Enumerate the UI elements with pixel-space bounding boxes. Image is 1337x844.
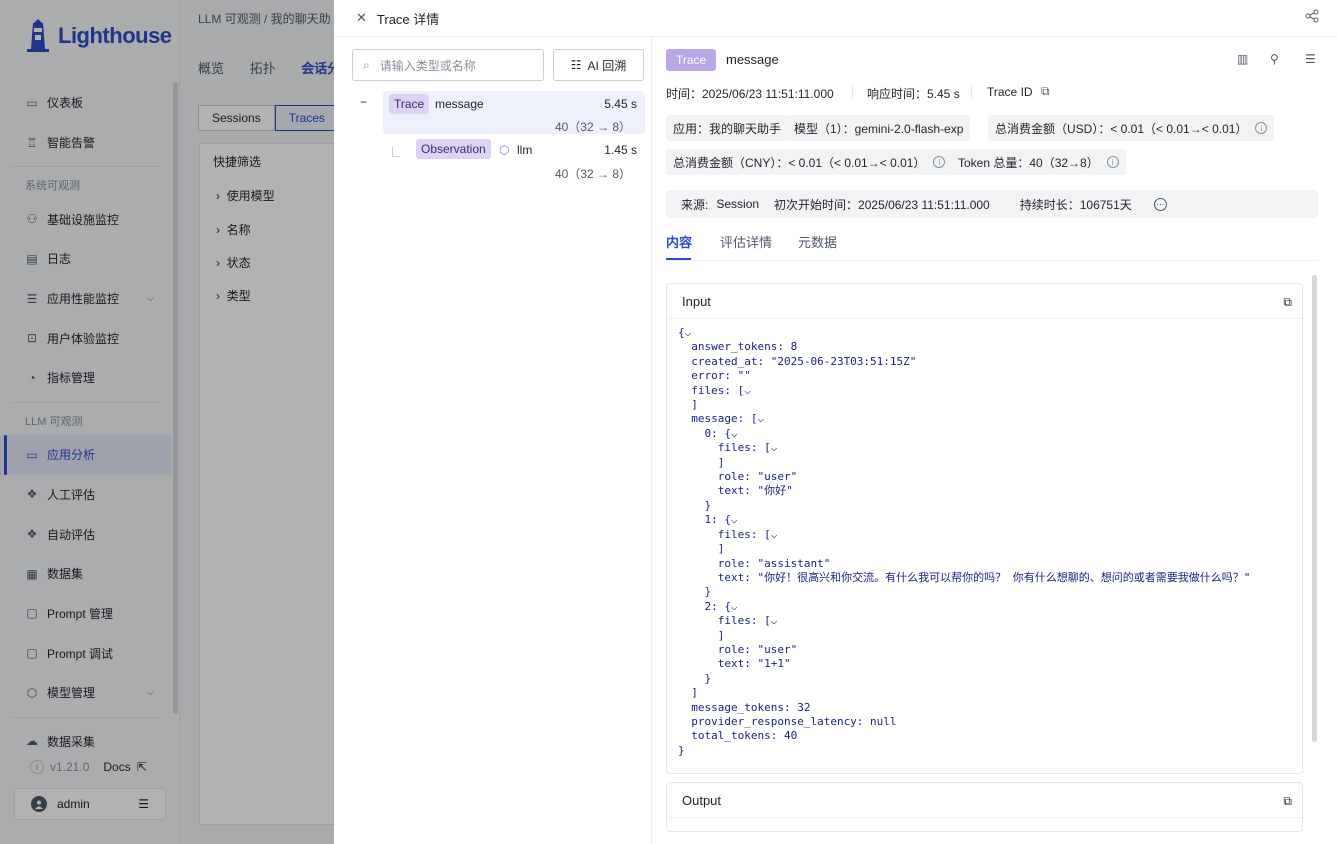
cost-usd-label: 总消费金额（USD）：< 0.01（< 0.01→< 0.01） bbox=[995, 121, 1248, 136]
search-placeholder: 请输入类型或名称 bbox=[379, 58, 476, 73]
search-icon: ⌕ bbox=[363, 57, 370, 72]
ai-button-label: AI 回溯 bbox=[587, 58, 627, 73]
tree-node-observation[interactable]: Observation ⬡ llm 1.45 s 40（32 → 8） bbox=[383, 138, 645, 181]
node-name: message bbox=[435, 97, 484, 111]
node-tokens: 40（32 → 8） bbox=[554, 120, 631, 134]
token-label: Token 总量：40（32→8） bbox=[958, 155, 1099, 170]
close-icon[interactable]: ✕ bbox=[356, 10, 367, 26]
response-time: 响应时间：5.45 s bbox=[867, 87, 960, 101]
node-name: llm bbox=[517, 143, 533, 157]
trace-detail-drawer: ✕ Trace 详情 ⌕ 请输入类型或名称 ☷ AI 回溯 − Trace me… bbox=[334, 0, 1337, 844]
content-scrollbar[interactable] bbox=[1312, 275, 1317, 742]
node-tokens: 40（32 → 8） bbox=[554, 167, 631, 181]
llm-icon: ⬡ bbox=[499, 143, 510, 157]
cost-cny-pill: 总消费金额（CNY）：< 0.01（< 0.01→< 0.01） i bbox=[666, 149, 953, 175]
output-panel: Output ⧉ bbox=[666, 782, 1303, 832]
app-label: 应用：我的聊天助手 bbox=[673, 121, 782, 136]
drawer-header: ✕ Trace 详情 bbox=[334, 0, 1337, 37]
input-json[interactable]: {⌵ answer_tokens: 8 created_at: "2025-06… bbox=[667, 319, 1302, 765]
copy-icon[interactable]: ⧉ bbox=[1283, 295, 1292, 310]
share-icon[interactable] bbox=[1305, 9, 1319, 23]
divider bbox=[971, 84, 972, 98]
tab-metadata[interactable]: 元数据 bbox=[798, 232, 837, 251]
user-flow-icon[interactable]: ⚲ bbox=[1270, 52, 1279, 66]
tab-indicator bbox=[666, 258, 691, 260]
list-icon[interactable]: ☰ bbox=[1305, 52, 1316, 66]
info-icon[interactable]: i bbox=[933, 156, 946, 168]
node-duration: 5.45 s bbox=[604, 97, 637, 111]
trace-detail-pane: Trace message ▥ ⚲ ☰ 时间：2025/06/23 11:51:… bbox=[666, 37, 1337, 844]
source-value[interactable]: Session bbox=[716, 197, 759, 211]
divider bbox=[852, 84, 853, 98]
source-label: 来源: bbox=[681, 197, 709, 212]
model-label: 模型（1）：gemini-2.0-flash-exp bbox=[794, 121, 964, 136]
input-header: Input bbox=[667, 284, 1302, 319]
output-title: Output bbox=[682, 792, 722, 808]
chart-icon[interactable]: ▥ bbox=[1237, 52, 1248, 66]
output-header: Output bbox=[667, 783, 1302, 818]
cost-cny-label: 总消费金额（CNY）：< 0.01（< 0.01→< 0.01） bbox=[673, 155, 926, 170]
collapse-icon[interactable]: − bbox=[360, 95, 367, 109]
app-pill: 应用：我的聊天助手 bbox=[666, 115, 789, 141]
source-bar: 来源: Session 初次开始时间：2025/06/23 11:51:11.0… bbox=[666, 190, 1318, 218]
trace-tag: Trace bbox=[666, 49, 717, 71]
observation-tag: Observation bbox=[416, 139, 491, 159]
token-pill: Token 总量：40（32→8） i bbox=[951, 149, 1126, 175]
tree-node-trace[interactable]: Trace message 5.45 s 40（32 → 8） bbox=[383, 91, 645, 134]
list-icon: ☷ bbox=[570, 58, 582, 72]
start-time: 初次开始时间：2025/06/23 11:51:11.000 bbox=[774, 197, 990, 212]
input-title: Input bbox=[682, 293, 711, 309]
cost-usd-pill: 总消费金额（USD）：< 0.01（< 0.01→< 0.01） i bbox=[988, 115, 1275, 141]
trace-id-label: Trace ID bbox=[987, 85, 1033, 99]
ai-trace-button[interactable]: ☷ AI 回溯 bbox=[553, 49, 644, 81]
drawer-title: Trace 详情 bbox=[376, 11, 440, 27]
node-duration: 1.45 s bbox=[604, 143, 637, 157]
content-tabs: 内容 评估详情 元数据 bbox=[666, 229, 1318, 261]
trace-tag: Trace bbox=[389, 94, 430, 114]
info-icon[interactable]: i bbox=[1255, 122, 1268, 134]
more-icon[interactable]: ··· bbox=[1153, 197, 1167, 211]
tab-evaluation[interactable]: 评估详情 bbox=[720, 232, 772, 251]
copy-icon[interactable]: ⧉ bbox=[1041, 84, 1050, 99]
input-panel: Input ⧉ {⌵ answer_tokens: 8 created_at: … bbox=[666, 283, 1303, 774]
info-icon[interactable]: i bbox=[1106, 156, 1119, 168]
trace-name: message bbox=[726, 52, 779, 67]
trace-time: 时间：2025/06/23 11:51:11.000 bbox=[666, 87, 834, 101]
duration: 持续时长：106751天 bbox=[1019, 197, 1132, 212]
model-pill: 模型（1）：gemini-2.0-flash-exp bbox=[787, 115, 971, 141]
copy-icon[interactable]: ⧉ bbox=[1283, 794, 1292, 809]
tab-content[interactable]: 内容 bbox=[666, 232, 692, 251]
trace-tree-pane: ⌕ 请输入类型或名称 ☷ AI 回溯 − Trace message 5.45 … bbox=[334, 37, 652, 844]
search-input[interactable]: ⌕ 请输入类型或名称 bbox=[352, 49, 544, 81]
